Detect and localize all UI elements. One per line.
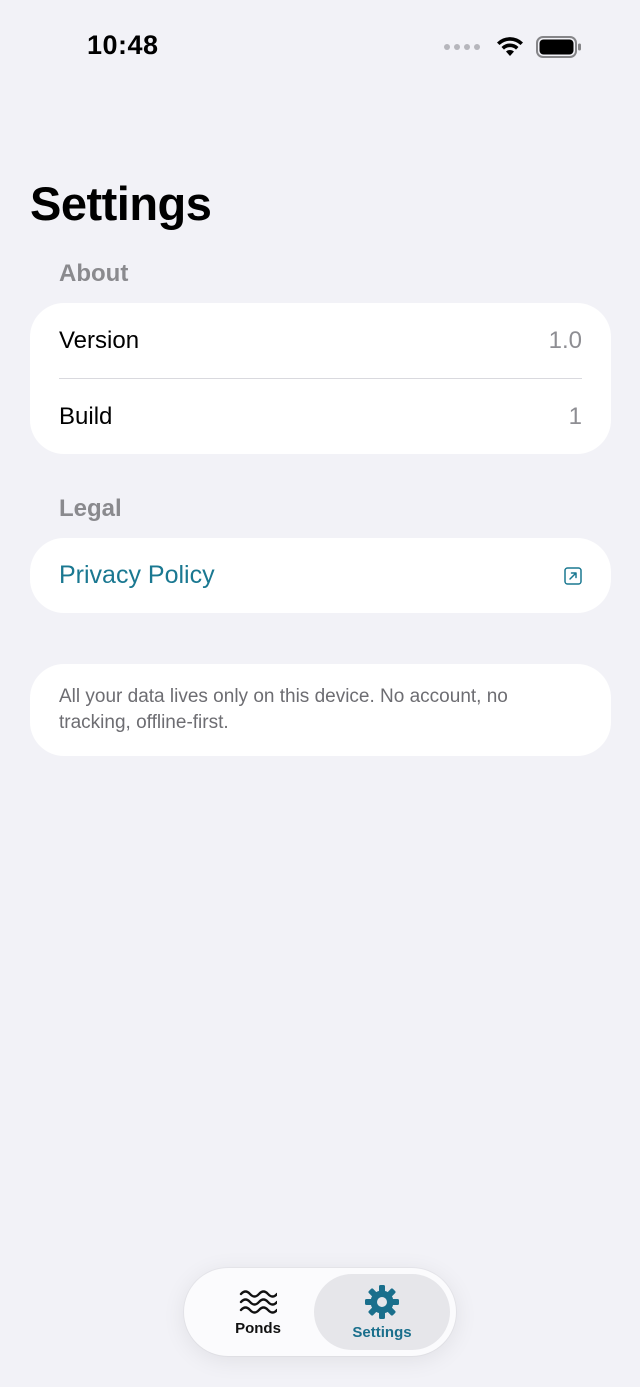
- tab-ponds[interactable]: Ponds: [198, 1274, 318, 1350]
- legal-card: Privacy Policy: [30, 538, 611, 613]
- privacy-policy-link[interactable]: Privacy Policy: [59, 561, 215, 590]
- build-row: Build 1: [30, 379, 611, 454]
- waves-icon: [239, 1289, 277, 1314]
- tab-settings-label: Settings: [352, 1323, 412, 1341]
- external-link-icon: [564, 566, 582, 585]
- tab-ponds-label: Ponds: [235, 1319, 281, 1337]
- gear-icon: [365, 1284, 399, 1319]
- tab-bar: Ponds Settings: [184, 1268, 456, 1356]
- privacy-note-text: All your data lives only on this device.…: [59, 686, 508, 733]
- settings-screen: 10:48 Settings About Version 1.0 Build 1…: [0, 0, 640, 1387]
- status-time: 10:48: [87, 30, 159, 60]
- about-card: Version 1.0 Build 1: [30, 303, 611, 454]
- version-row: Version 1.0: [30, 303, 611, 378]
- battery-icon: [536, 36, 581, 58]
- section-header-legal: Legal: [59, 495, 122, 522]
- status-bar: 10:48: [0, 0, 640, 94]
- version-value: 1.0: [548, 326, 582, 354]
- section-header-about: About: [59, 260, 129, 287]
- privacy-note-card: All your data lives only on this device.…: [30, 664, 611, 756]
- tab-settings[interactable]: Settings: [314, 1274, 450, 1350]
- cellular-signal-icon: [444, 44, 480, 50]
- build-label: Build: [59, 402, 113, 430]
- status-icons: [444, 36, 582, 58]
- wifi-icon: [497, 37, 523, 56]
- version-label: Version: [59, 326, 140, 354]
- build-value: 1: [568, 402, 582, 430]
- privacy-policy-row[interactable]: Privacy Policy: [30, 538, 611, 613]
- page-title: Settings: [30, 177, 212, 230]
